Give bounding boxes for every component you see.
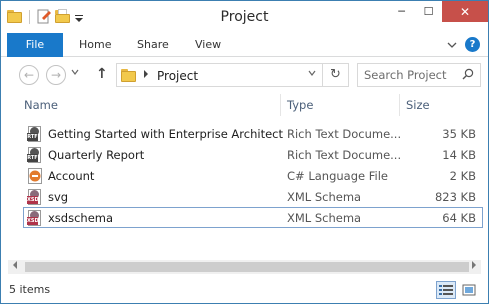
file-size: 823 KB — [434, 190, 476, 204]
rtf-file-icon: RTF — [27, 126, 42, 142]
tab-view[interactable]: View — [185, 33, 231, 57]
title-bar[interactable]: Project ─ ☐ ✕ — [1, 1, 488, 33]
file-name: Quarterly Report — [48, 148, 145, 162]
search-icon[interactable] — [462, 68, 474, 80]
file-size: 35 KB — [442, 127, 476, 141]
xsd-file-icon: XSD — [27, 189, 42, 205]
file-name: Account — [48, 169, 95, 183]
csharp-file-icon — [28, 168, 42, 184]
rtf-file-icon: RTF — [27, 147, 42, 163]
file-type: Rich Text Docume... — [287, 148, 402, 162]
minimize-button[interactable]: ─ — [388, 1, 415, 22]
chevron-right-icon[interactable] — [143, 69, 149, 82]
forward-button[interactable]: → — [46, 65, 66, 85]
back-button[interactable]: ← — [19, 65, 39, 85]
scrollbar-thumb[interactable] — [25, 262, 469, 272]
file-row[interactable]: Account C# Language File 2 KB — [23, 165, 483, 186]
recent-locations-icon[interactable] — [71, 68, 79, 78]
status-bar: 5 items — [1, 277, 488, 303]
large-icons-view-button[interactable] — [459, 281, 479, 299]
address-bar[interactable]: Project — [116, 63, 323, 87]
close-button[interactable]: ✕ — [442, 1, 488, 22]
details-view-button[interactable] — [436, 281, 456, 299]
file-size: 2 KB — [449, 169, 476, 183]
tab-file[interactable]: File — [7, 33, 63, 57]
column-header-size[interactable]: Size — [406, 98, 430, 112]
search-input[interactable] — [364, 67, 460, 83]
explorer-window: Project ─ ☐ ✕ File Home Share View ? ← →… — [0, 0, 489, 304]
scroll-right-icon[interactable] — [467, 260, 481, 274]
column-divider[interactable] — [280, 94, 281, 116]
expand-ribbon-icon[interactable] — [447, 40, 457, 50]
tab-home[interactable]: Home — [69, 33, 121, 57]
ribbon-tabs: File Home Share View ? — [1, 33, 488, 57]
maximize-button[interactable]: ☐ — [415, 1, 442, 22]
xsd-file-icon: XSD — [27, 210, 42, 226]
column-headers: Name Type Size — [1, 94, 488, 116]
column-divider[interactable] — [399, 94, 400, 116]
file-row[interactable]: RTF Quarterly Report Rich Text Docume...… — [23, 144, 483, 165]
address-dropdown-icon[interactable] — [308, 69, 316, 79]
file-row[interactable]: RTF Getting Started with Enterprise Arch… — [23, 123, 483, 144]
file-type: XML Schema — [287, 211, 362, 225]
ribbon-right-controls: ? — [447, 37, 480, 52]
file-name: xsdschema — [48, 211, 114, 225]
file-row-selected[interactable]: XSD xsdschema XML Schema 64 KB — [23, 207, 483, 228]
refresh-button[interactable]: ↻ — [323, 63, 349, 87]
column-header-type[interactable]: Type — [287, 98, 313, 112]
file-row[interactable]: XSD svg XML Schema 823 KB — [23, 186, 483, 207]
up-button[interactable]: ↑ — [96, 66, 108, 82]
file-size: 14 KB — [442, 148, 476, 162]
file-type: XML Schema — [287, 190, 362, 204]
file-name: svg — [48, 190, 69, 204]
horizontal-scrollbar[interactable] — [8, 260, 481, 274]
scroll-left-icon[interactable] — [8, 260, 22, 274]
window-controls: ─ ☐ ✕ — [388, 1, 488, 22]
item-count: 5 items — [9, 283, 51, 296]
file-type: C# Language File — [287, 169, 388, 183]
tab-share[interactable]: Share — [127, 33, 179, 57]
file-size: 64 KB — [442, 211, 476, 225]
help-icon[interactable]: ? — [465, 37, 480, 52]
breadcrumb-project[interactable]: Project — [157, 69, 198, 83]
search-box[interactable] — [357, 63, 481, 87]
file-type: Rich Text Docume... — [287, 127, 402, 141]
column-header-name[interactable]: Name — [24, 98, 58, 112]
file-name: Getting Started with Enterprise Architec… — [48, 127, 283, 141]
navigation-bar: ← → ↑ Project ↻ — [1, 58, 488, 90]
